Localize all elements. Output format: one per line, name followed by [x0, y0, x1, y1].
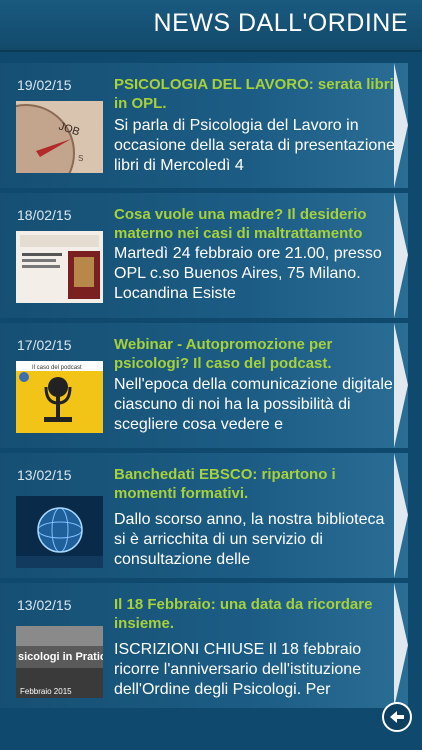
back-arrow-icon	[390, 711, 404, 723]
chevron-right-icon	[394, 583, 408, 708]
news-date: 13/02/15	[17, 467, 72, 483]
news-title: PSICOLOGIA DEL LAVORO: serata libri in O…	[114, 76, 394, 112]
news-body: Si parla di Psicologia del Lavoro in occ…	[114, 117, 396, 174]
chevron-right-icon	[394, 453, 408, 578]
news-body: Nell'epoca della comunicazione digitale …	[114, 376, 393, 433]
news-title: Cosa vuole una madre? Il desiderio mater…	[114, 206, 367, 242]
page-title: NEWS DALL'ORDINE	[153, 9, 408, 37]
chevron-right-icon	[394, 193, 408, 318]
chevron-right-icon	[394, 63, 408, 188]
news-body: Dallo scorso anno, la nostra biblioteca …	[114, 511, 385, 568]
psicologi-in-pratica-thumbnail: sicologi in Pratic Febbraio 2015	[16, 626, 103, 698]
news-body: Martedì 24 febbraio ore 21.00, presso OP…	[114, 245, 382, 302]
svg-text:sicologi in Pratic: sicologi in Pratic	[18, 651, 103, 663]
news-title: Webinar - Autopromozione per psicologi? …	[114, 336, 333, 372]
digital-globe-thumbnail	[16, 496, 103, 568]
chevron-right-icon	[394, 323, 408, 448]
news-item[interactable]: 13/02/15 Banchedati EBSCO: ripartono i m…	[0, 453, 408, 578]
back-button[interactable]	[382, 702, 412, 732]
microphone-thumbnail: Il caso del podcast	[16, 361, 103, 433]
compass-job-thumbnail: JOB S	[16, 101, 103, 173]
news-date: 18/02/15	[17, 207, 72, 223]
svg-text:S: S	[78, 154, 83, 163]
news-item[interactable]: 18/02/15 Cosa vuole una madre? Il deside…	[0, 193, 408, 318]
news-item[interactable]: 19/02/15 PSICOLOGIA DEL LAVORO: serata l…	[0, 63, 408, 188]
svg-text:Il caso del podcast: Il caso del podcast	[32, 365, 82, 371]
news-body: ISCRIZIONI CHIUSE Il 18 febbraio ricorre…	[114, 641, 362, 698]
app-header: NEWS DALL'ORDINE	[0, 0, 422, 52]
svg-text:Febbraio 2015: Febbraio 2015	[20, 687, 72, 696]
news-item[interactable]: 13/02/15 Il 18 Febbraio: una data da ric…	[0, 583, 408, 708]
news-date: 19/02/15	[17, 77, 72, 93]
news-item[interactable]: 17/02/15 Webinar - Autopromozione per ps…	[0, 323, 408, 448]
event-poster-thumbnail	[16, 231, 103, 303]
news-title: Il 18 Febbraio: una data da ricordare in…	[114, 596, 373, 632]
news-date: 13/02/15	[17, 597, 72, 613]
news-title: Banchedati EBSCO: ripartono i momenti fo…	[114, 466, 336, 502]
news-date: 17/02/15	[17, 337, 72, 353]
